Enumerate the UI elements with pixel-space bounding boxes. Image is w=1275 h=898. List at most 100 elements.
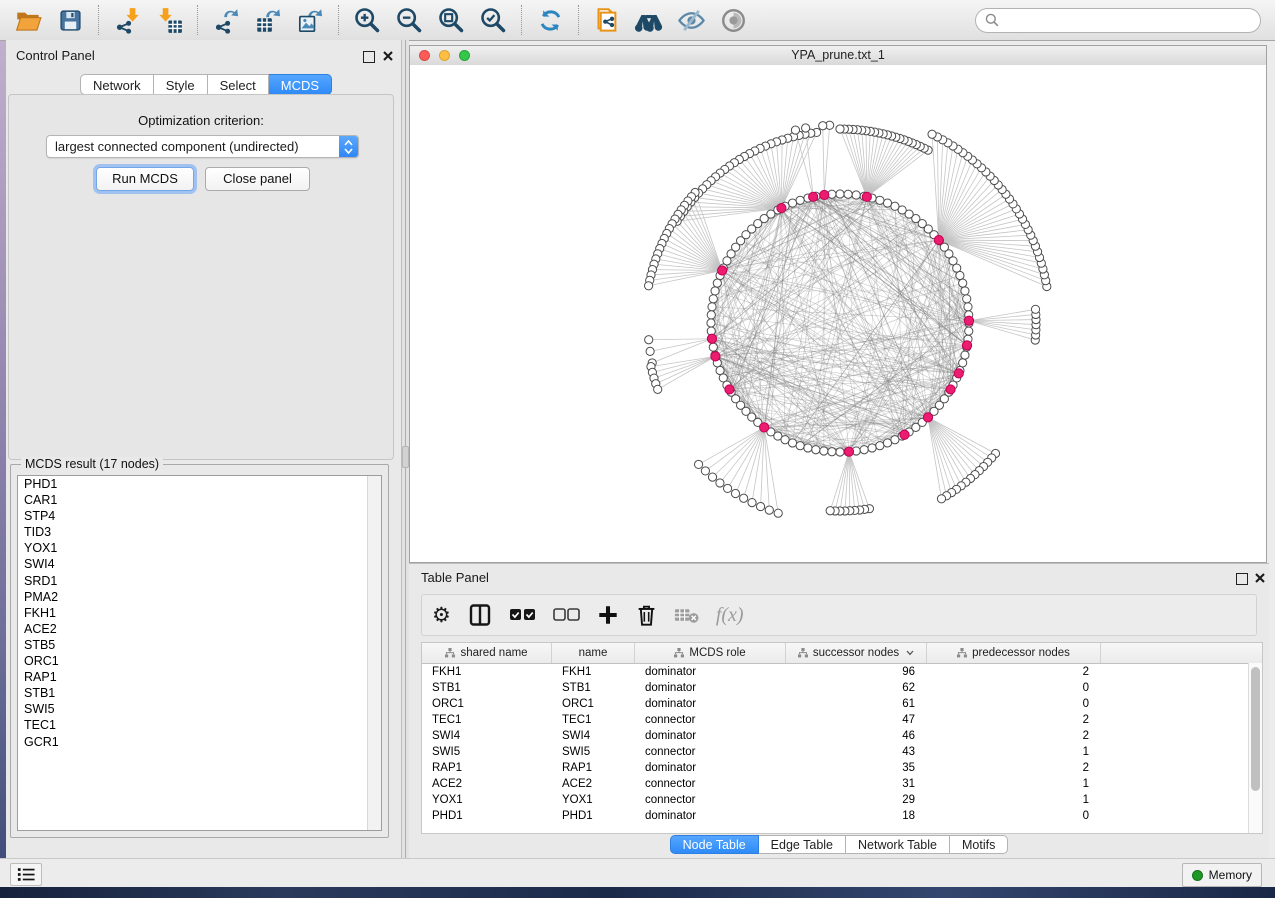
mcds-result-item[interactable]: SWI4 (18, 556, 381, 572)
table-row[interactable]: TEC1TEC1connector472 (422, 712, 1262, 728)
mcds-result-item[interactable]: TID3 (18, 524, 381, 540)
add-column-icon[interactable] (597, 600, 619, 630)
export-table-icon[interactable] (253, 5, 283, 35)
close-panel-button[interactable]: Close panel (205, 167, 310, 191)
control-tab-network[interactable]: Network (80, 74, 154, 95)
control-panel-title: Control Panel (16, 48, 95, 63)
mcds-result-item[interactable]: SWI5 (18, 701, 381, 717)
search-icon (985, 13, 999, 27)
criterion-select[interactable]: largest connected component (undirected) (46, 135, 359, 158)
network-search-box[interactable] (975, 8, 1261, 33)
cell: dominator (635, 680, 786, 696)
table-tab-motifs[interactable]: Motifs (950, 835, 1008, 854)
import-network-icon[interactable] (112, 5, 142, 35)
column-header-successor-nodes[interactable]: successor nodes (786, 643, 927, 663)
table-tab-bar: Node TableEdge TableNetwork TableMotifs (409, 835, 1269, 854)
cell: connector (635, 792, 786, 808)
export-image-icon[interactable] (295, 5, 325, 35)
table-row[interactable]: SWI4SWI4dominator462 (422, 728, 1262, 744)
close-panel-icon[interactable] (382, 50, 394, 62)
deselect-all-rows-icon[interactable] (553, 600, 580, 630)
zoom-selected-icon[interactable] (478, 5, 508, 35)
mcds-result-item[interactable]: STP4 (18, 508, 381, 524)
close-table-panel-icon[interactable] (1254, 572, 1266, 584)
share-document-icon[interactable] (592, 5, 622, 35)
table-tab-network-table[interactable]: Network Table (846, 835, 950, 854)
cell: dominator (635, 728, 786, 744)
export-network-icon[interactable] (211, 5, 241, 35)
table-tab-edge-table[interactable]: Edge Table (759, 835, 846, 854)
mcds-result-item[interactable]: STB1 (18, 685, 381, 701)
mcds-result-item[interactable]: TEC1 (18, 717, 381, 733)
mcds-result-item[interactable]: FKH1 (18, 605, 381, 621)
network-window-titlebar: YPA_prune.txt_1 (410, 46, 1266, 66)
zoom-in-icon[interactable] (352, 5, 382, 35)
table-row[interactable]: SWI5SWI5connector431 (422, 744, 1262, 760)
cell: 1 (927, 744, 1101, 760)
float-table-panel-icon[interactable] (1236, 573, 1248, 585)
cell: 47 (786, 712, 927, 728)
table-settings-gear-icon[interactable]: ⚙ (432, 600, 451, 630)
zoom-fit-icon[interactable] (436, 5, 466, 35)
open-session-icon[interactable] (13, 5, 43, 35)
float-panel-icon[interactable] (363, 51, 375, 63)
cell: 31 (786, 776, 927, 792)
mcds-result-item[interactable]: PHD1 (18, 476, 381, 492)
cell: connector (635, 744, 786, 760)
table-header-row: shared namenameMCDS rolesuccessor nodesp… (422, 643, 1262, 664)
mcds-result-item[interactable]: SRD1 (18, 573, 381, 589)
mcds-result-item[interactable]: GCR1 (18, 734, 381, 750)
show-graphics-eye-icon[interactable] (718, 5, 748, 35)
import-table-icon[interactable] (154, 5, 184, 35)
table-row[interactable]: PHD1PHD1dominator180 (422, 808, 1262, 824)
search-input[interactable] (1005, 12, 1251, 28)
show-columns-icon[interactable] (468, 600, 492, 630)
memory-button[interactable]: Memory (1182, 863, 1262, 887)
hide-details-eye-icon[interactable] (676, 5, 706, 35)
mcds-result-item[interactable]: YOX1 (18, 540, 381, 556)
optimization-criterion-label: Optimization criterion: (9, 113, 393, 128)
mcds-result-item[interactable]: PMA2 (18, 589, 381, 605)
table-row[interactable]: RAP1RAP1dominator352 (422, 760, 1262, 776)
splitter-grip[interactable] (402, 446, 409, 468)
table-tab-node-table[interactable]: Node Table (670, 835, 759, 854)
column-header-predecessor-nodes[interactable]: predecessor nodes (927, 643, 1101, 663)
network-canvas[interactable] (410, 65, 1266, 562)
table-row[interactable]: YOX1YOX1connector291 (422, 792, 1262, 808)
cell: connector (635, 776, 786, 792)
task-history-button[interactable] (10, 863, 42, 886)
column-header-shared-name[interactable]: shared name (422, 643, 552, 663)
network-graph[interactable] (410, 65, 1266, 562)
control-tab-select[interactable]: Select (208, 74, 269, 95)
column-header-MCDS-role[interactable]: MCDS role (635, 643, 786, 663)
zoom-out-icon[interactable] (394, 5, 424, 35)
table-row[interactable]: FKH1FKH1dominator962 (422, 664, 1262, 680)
table-row[interactable]: ORC1ORC1dominator610 (422, 696, 1262, 712)
delete-column-trash-icon[interactable] (636, 600, 657, 630)
search-network-icon[interactable] (634, 5, 664, 35)
mcds-list-scrollbar[interactable] (367, 476, 381, 830)
run-mcds-button[interactable]: Run MCDS (96, 167, 194, 191)
save-session-icon[interactable] (55, 5, 85, 35)
table-row[interactable]: ACE2ACE2connector311 (422, 776, 1262, 792)
refresh-icon[interactable] (535, 5, 565, 35)
cell: RAP1 (422, 760, 552, 776)
cell: 1 (927, 792, 1101, 808)
cell: PHD1 (552, 808, 635, 824)
control-tab-mcds[interactable]: MCDS (269, 74, 332, 95)
table-scrollbar-thumb[interactable] (1251, 667, 1260, 791)
cell: ACE2 (422, 776, 552, 792)
select-all-rows-icon[interactable] (509, 600, 536, 630)
table-scrollbar[interactable] (1248, 663, 1262, 833)
mcds-result-item[interactable]: CAR1 (18, 492, 381, 508)
control-tab-style[interactable]: Style (154, 74, 208, 95)
column-header-name[interactable]: name (552, 643, 635, 663)
mcds-result-item[interactable]: RAP1 (18, 669, 381, 685)
mcds-result-item[interactable]: ORC1 (18, 653, 381, 669)
cell: SWI4 (552, 728, 635, 744)
mcds-result-item[interactable]: ACE2 (18, 621, 381, 637)
cell: 18 (786, 808, 927, 824)
table-row[interactable]: STB1STB1dominator620 (422, 680, 1262, 696)
mcds-result-item[interactable]: STB5 (18, 637, 381, 653)
cell: ACE2 (552, 776, 635, 792)
